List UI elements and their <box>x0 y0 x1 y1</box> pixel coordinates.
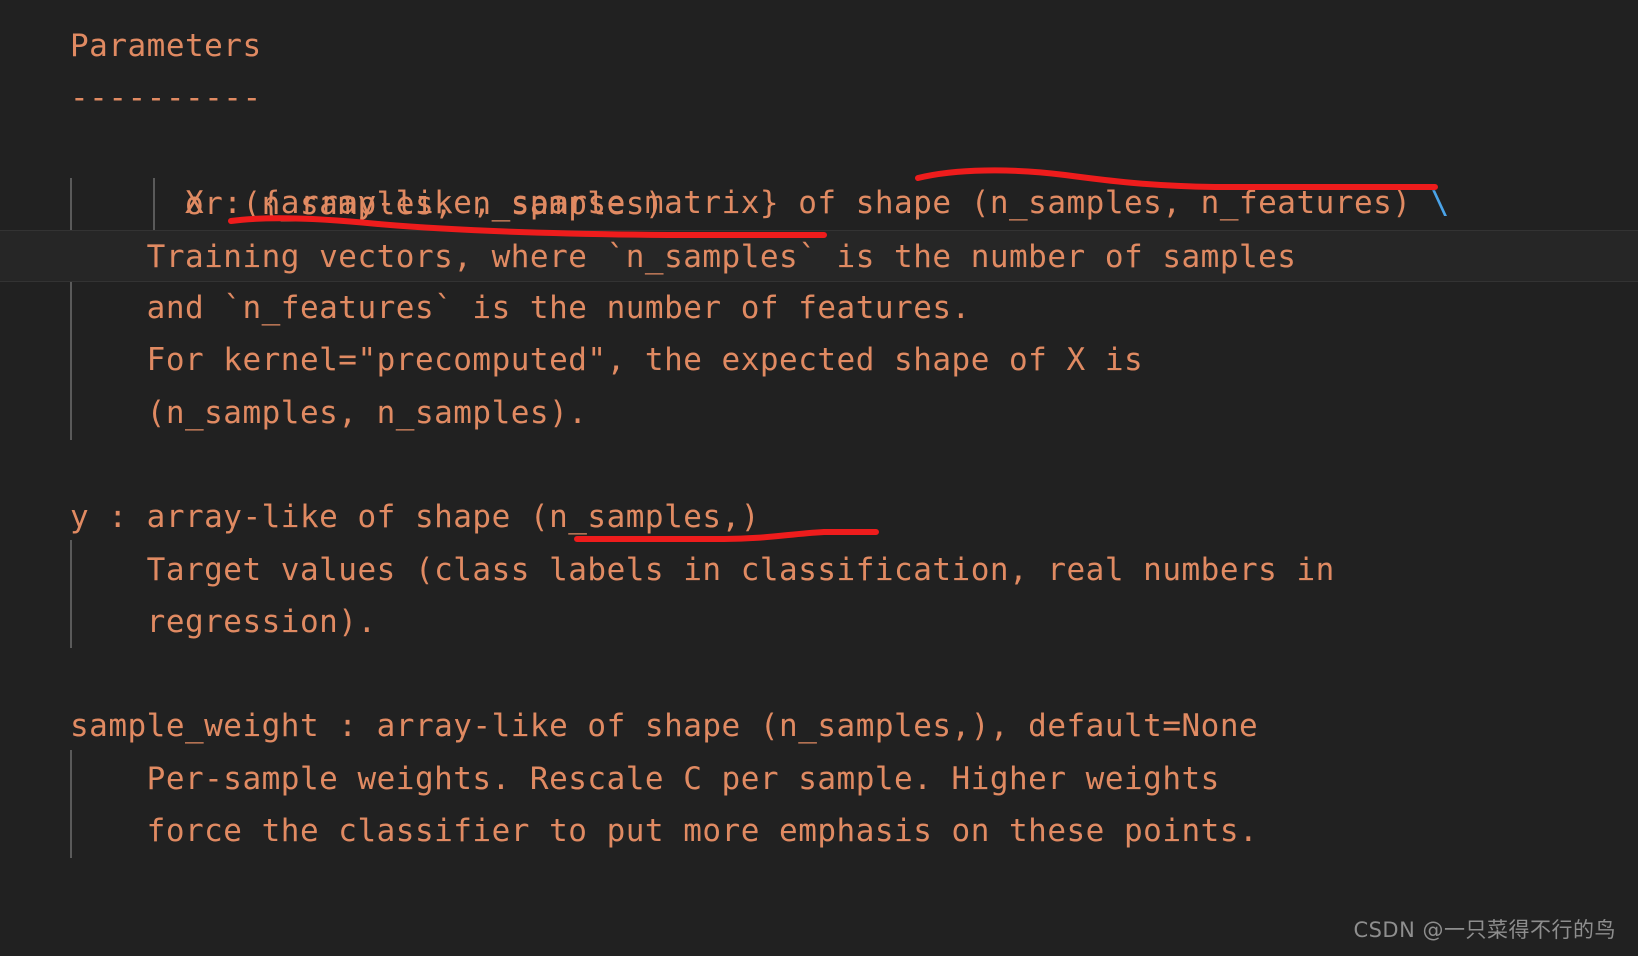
code-surface[interactable]: Parameters ---------- X : {array-like, s… <box>0 0 1638 956</box>
code-line[interactable]: For kernel="precomputed", the expected s… <box>0 334 1638 386</box>
code-line[interactable]: and `n_features` is the number of featur… <box>0 282 1638 334</box>
code-line[interactable]: Parameters <box>0 20 1638 72</box>
code-line[interactable]: (n_samples, n_samples). <box>0 387 1638 439</box>
code-line[interactable]: or (n_samples, n_samples) <box>0 178 1638 230</box>
code-line[interactable] <box>0 439 1638 491</box>
code-line[interactable]: ---------- <box>0 72 1638 124</box>
code-line[interactable]: X : {array-like, sparse matrix} of shape… <box>0 125 1638 177</box>
code-line[interactable]: sample_weight : array-like of shape (n_s… <box>0 700 1638 752</box>
code-line[interactable]: regression). <box>0 596 1638 648</box>
csdn-watermark: CSDN @一只菜得不行的鸟 <box>1353 914 1616 944</box>
editor-screenshot: Parameters ---------- X : {array-like, s… <box>0 0 1638 956</box>
code-line[interactable]: Per-sample weights. Rescale C per sample… <box>0 753 1638 805</box>
code-line[interactable]: Target values (class labels in classific… <box>0 544 1638 596</box>
code-line[interactable] <box>0 648 1638 700</box>
code-line[interactable]: y : array-like of shape (n_samples,) <box>0 491 1638 543</box>
code-line[interactable]: force the classifier to put more emphasi… <box>0 805 1638 857</box>
code-line-active[interactable]: Training vectors, where `n_samples` is t… <box>0 230 1638 282</box>
